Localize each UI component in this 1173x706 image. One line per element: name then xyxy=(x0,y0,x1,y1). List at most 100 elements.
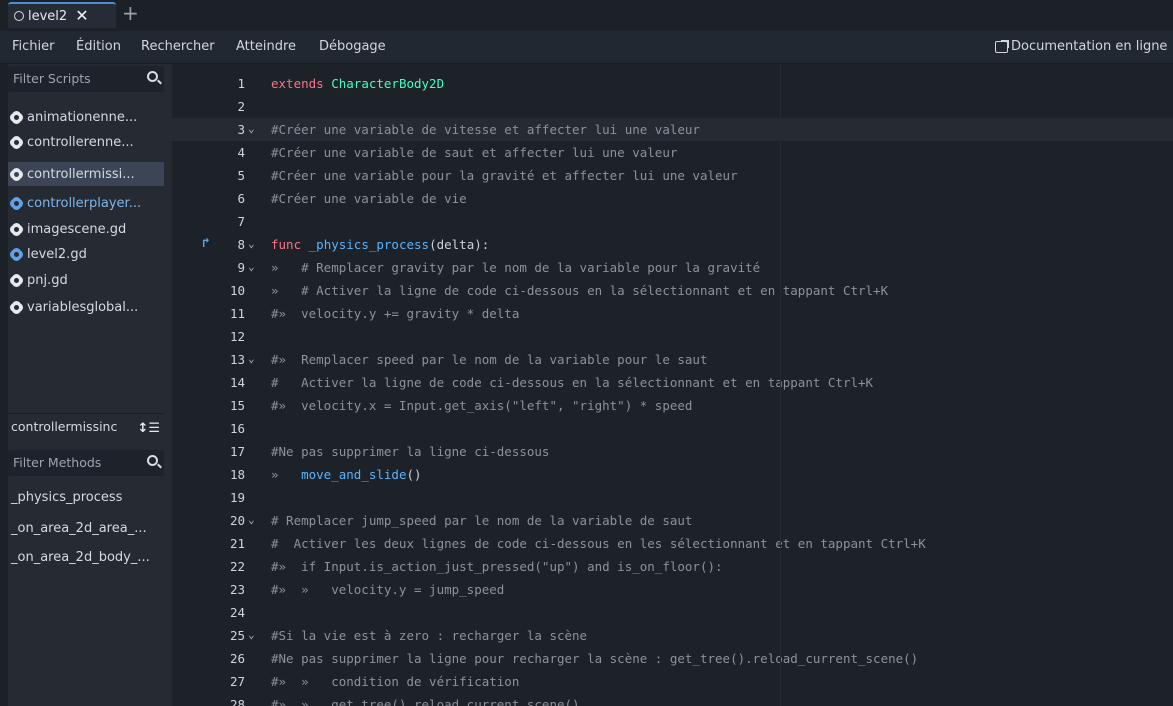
code-text: #» » get_tree().reload_current_scene() xyxy=(271,697,580,706)
line-length-guide xyxy=(780,64,781,706)
code-line[interactable]: 10 » # Activer la ligne de code ci-dessou… xyxy=(172,279,1173,302)
script-gear-icon xyxy=(11,136,22,148)
code-line[interactable]: 8 ↱ ⌄ func _physics_process(delta): xyxy=(172,233,1173,256)
code-text: extends CharacterBody2D xyxy=(271,76,445,91)
add-tab-icon[interactable]: + xyxy=(122,3,139,23)
code-line[interactable]: 5 #Créer une variable pour la gravité et … xyxy=(172,164,1173,187)
script-item-label: pnj.gd xyxy=(27,272,68,288)
code-line[interactable]: 3 ⌄ #Créer une variable de vitesse et affe… xyxy=(172,118,1173,141)
scene-circle-icon xyxy=(14,11,24,21)
line-number: 18 xyxy=(229,467,245,482)
code-line[interactable]: 22 #» if Input.is_action_just_pressed("up… xyxy=(172,555,1173,578)
line-number: 20 xyxy=(229,513,245,528)
fold-arrow-icon[interactable]: ⌄ xyxy=(248,628,255,641)
code-line[interactable]: 27 #» » condition de vérification xyxy=(172,670,1173,693)
tab-label: level2 xyxy=(28,8,68,24)
script-item-label: imagescene.gd xyxy=(27,221,127,237)
code-line[interactable]: 7 xyxy=(172,210,1173,233)
menu-debogage[interactable]: Débogage xyxy=(319,39,386,54)
script-item-label: controllerplayer... xyxy=(27,195,142,211)
script-item[interactable]: pnj.gd xyxy=(8,268,164,292)
script-item[interactable]: level2.gd xyxy=(8,242,164,266)
code-text: #Créer une variable pour la gravité et a… xyxy=(271,168,738,183)
line-number: 3 xyxy=(237,122,245,137)
menu-fichier[interactable]: Fichier xyxy=(12,39,55,54)
code-text: #Si la vie est à zero : recharger la scè… xyxy=(271,628,588,643)
line-number: 16 xyxy=(229,421,245,436)
script-gear-icon xyxy=(11,197,22,209)
code-editor[interactable]: 1 extends CharacterBody2D 2 3 ⌄ #Créer une va… xyxy=(172,64,1173,706)
code-line[interactable]: 13 ⌄ #» Remplacer speed par le nom de la v… xyxy=(172,348,1173,371)
code-text: » # Remplacer gravity par le nom de la v… xyxy=(271,260,761,275)
method-item[interactable]: _physics_process xyxy=(8,485,164,509)
code-text: #» velocity.y += gravity * delta xyxy=(271,306,520,321)
search-icon[interactable] xyxy=(147,455,158,466)
script-gear-icon xyxy=(11,301,22,313)
line-number: 9 xyxy=(237,260,245,275)
filter-scripts-input[interactable]: Filter Scripts xyxy=(8,66,164,92)
fold-arrow-icon[interactable]: ⌄ xyxy=(248,352,255,365)
code-line[interactable]: 24 xyxy=(172,601,1173,624)
code-line[interactable]: 18 » move_and_slide() xyxy=(172,463,1173,486)
code-line[interactable]: 9 ⌄ » # Remplacer gravity par le nom de la… xyxy=(172,256,1173,279)
menu-edition[interactable]: Édition xyxy=(76,39,121,54)
code-text: #Ne pas supprimer la ligne pour recharge… xyxy=(271,651,919,666)
code-line[interactable]: 28 #» » get_tree().reload_current_scene() xyxy=(172,693,1173,706)
code-line[interactable]: 1 extends CharacterBody2D xyxy=(172,72,1173,95)
script-item-selected[interactable]: controllermissi... xyxy=(8,162,164,186)
script-item[interactable]: variablesglobal... xyxy=(8,295,164,319)
code-line[interactable]: 11 #» velocity.y += gravity * delta xyxy=(172,302,1173,325)
line-number: 27 xyxy=(229,674,245,689)
line-number: 5 xyxy=(237,168,245,183)
current-script-label: controllermissinc ↕☰ xyxy=(8,413,164,439)
code-line[interactable]: 20 ⌄ # Remplacer jump_speed par le nom de … xyxy=(172,509,1173,532)
script-item[interactable]: controllerplayer... xyxy=(8,191,164,215)
close-icon[interactable]: ✕ xyxy=(75,8,88,24)
code-line[interactable]: 2 xyxy=(172,95,1173,118)
method-item[interactable]: _on_area_2d_body_... xyxy=(8,545,164,569)
scripts-sidebar xyxy=(0,64,172,706)
script-item[interactable]: imagescene.gd xyxy=(8,217,164,241)
tab-level2[interactable]: level2 ✕ xyxy=(8,2,116,28)
code-text: # Activer les deux lignes de code ci-des… xyxy=(271,536,926,551)
line-number: 15 xyxy=(229,398,245,413)
code-text: # Remplacer jump_speed par le nom de la … xyxy=(271,513,693,528)
line-number: 21 xyxy=(229,536,245,551)
code-line[interactable]: 21 # Activer les deux lignes de code ci-d… xyxy=(172,532,1173,555)
code-line[interactable]: 16 xyxy=(172,417,1173,440)
method-item[interactable]: _on_area_2d_area_... xyxy=(8,516,164,540)
script-item-label: level2.gd xyxy=(27,246,87,262)
online-docs-link[interactable]: Documentation en ligne xyxy=(995,39,1167,54)
code-line[interactable]: 26 #Ne pas supprimer la ligne pour rechar… xyxy=(172,647,1173,670)
code-text: » move_and_slide() xyxy=(271,467,422,482)
code-line[interactable]: 4 #Créer une variable de saut et affecter… xyxy=(172,141,1173,164)
line-number: 4 xyxy=(237,145,245,160)
line-number: 24 xyxy=(229,605,245,620)
line-number: 25 xyxy=(229,628,245,643)
code-line[interactable]: 14 # Activer la ligne de code ci-dessous … xyxy=(172,371,1173,394)
script-item[interactable]: controllerenne... xyxy=(8,130,164,154)
line-number: 28 xyxy=(229,697,245,706)
fold-arrow-icon[interactable]: ⌄ xyxy=(248,260,255,273)
script-item[interactable]: animationenne... xyxy=(8,105,164,129)
code-line[interactable]: 23 #» » velocity.y = jump_speed xyxy=(172,578,1173,601)
code-line[interactable]: 6 #Créer une variable de vie xyxy=(172,187,1173,210)
fold-arrow-icon[interactable]: ⌄ xyxy=(248,122,255,135)
code-line[interactable]: 25 ⌄ #Si la vie est à zero : recharger la … xyxy=(172,624,1173,647)
fold-arrow-icon[interactable]: ⌄ xyxy=(248,513,255,526)
fold-arrow-icon[interactable]: ⌄ xyxy=(248,237,255,250)
sort-icon[interactable]: ↕☰ xyxy=(137,421,160,436)
code-line[interactable]: 15 #» velocity.x = Input.get_axis("left",… xyxy=(172,394,1173,417)
menu-rechercher[interactable]: Rechercher xyxy=(141,39,215,54)
search-icon[interactable] xyxy=(147,71,158,82)
code-line[interactable]: 17 #Ne pas supprimer la ligne ci-dessous xyxy=(172,440,1173,463)
menu-atteindre[interactable]: Atteindre xyxy=(236,39,296,54)
method-item-label: _on_area_2d_area_... xyxy=(11,520,147,536)
menu-bar: Fichier Édition Rechercher Atteindre Déb… xyxy=(0,31,1173,64)
code-text: » # Activer la ligne de code ci-dessous … xyxy=(271,283,889,298)
override-icon[interactable]: ↱ xyxy=(202,236,210,251)
code-line[interactable]: 19 xyxy=(172,486,1173,509)
code-line[interactable]: 12 xyxy=(172,325,1173,348)
filter-methods-input[interactable]: Filter Methods xyxy=(8,450,164,476)
line-number: 17 xyxy=(229,444,245,459)
